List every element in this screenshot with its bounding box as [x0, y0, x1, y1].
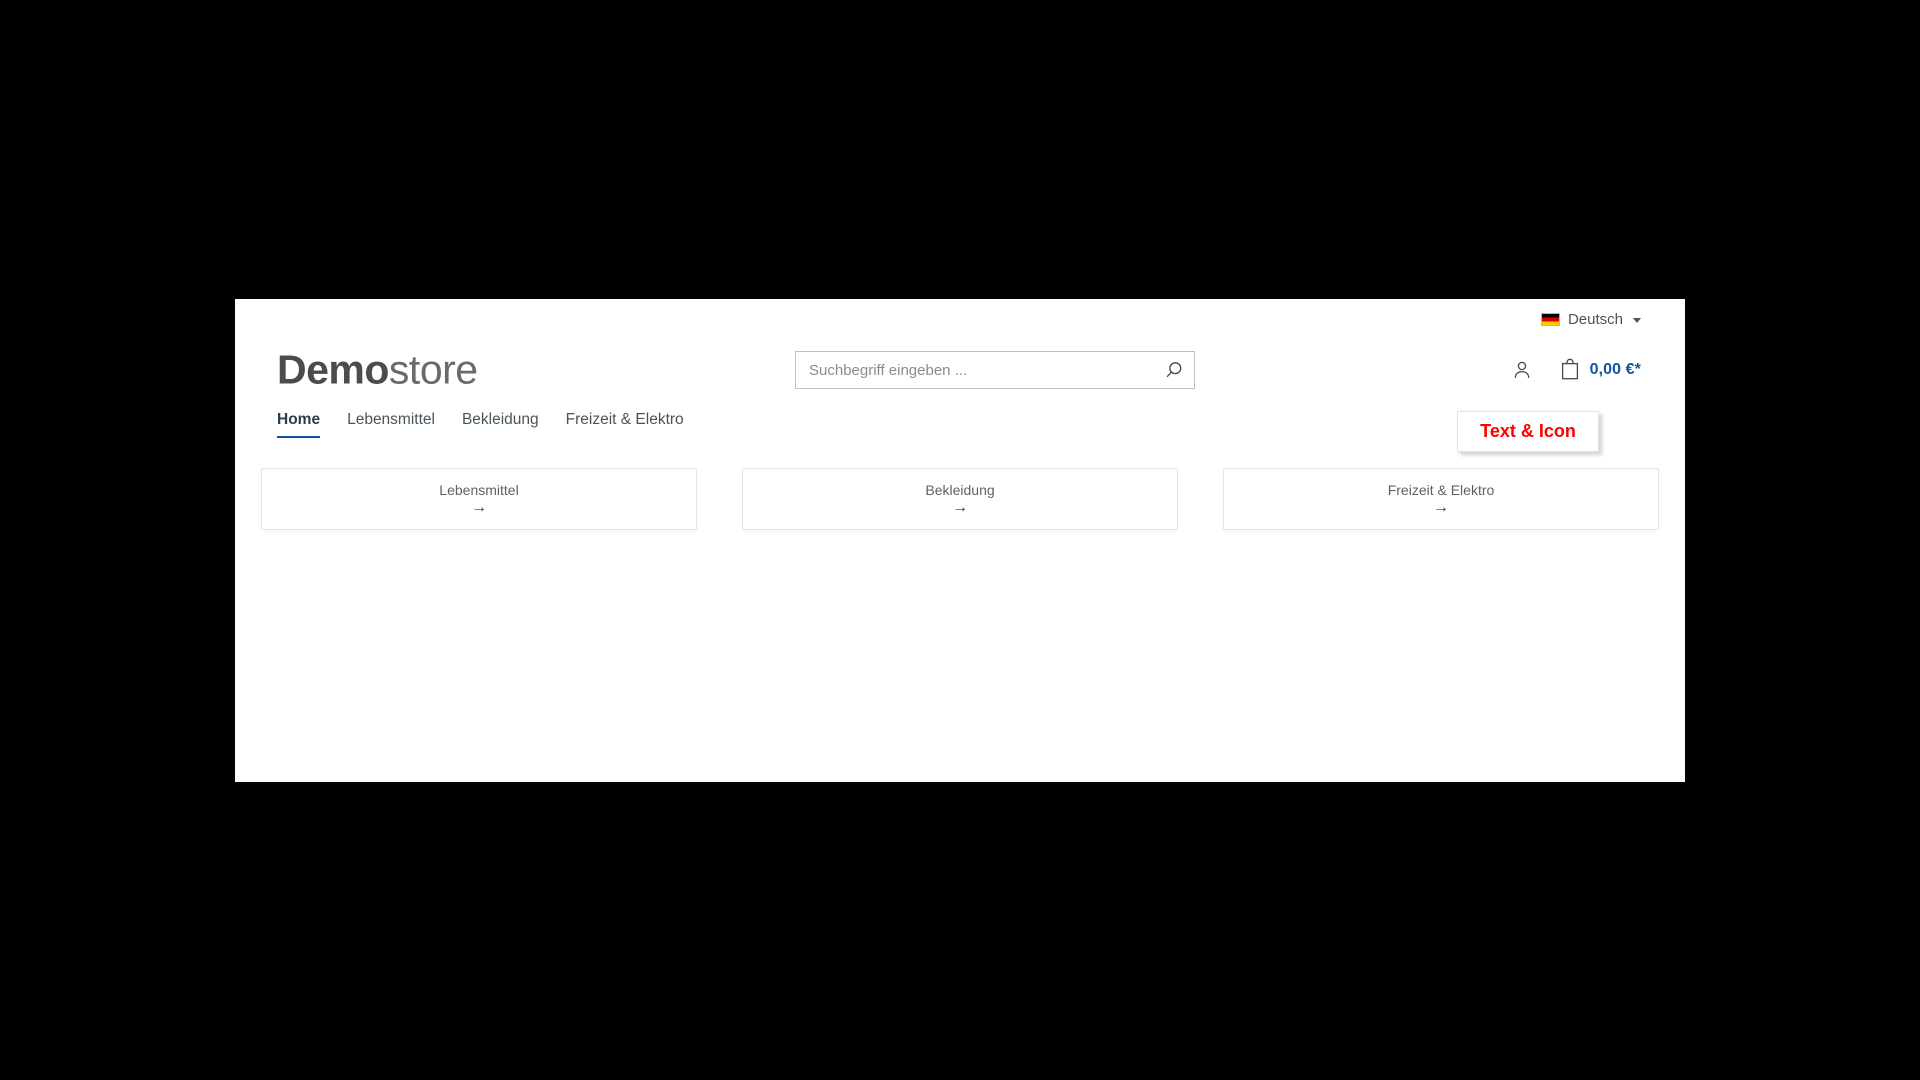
logo-text-strong: Demo: [277, 346, 389, 393]
search-form: [795, 351, 1195, 389]
top-bar: Deutsch: [235, 299, 1685, 339]
category-card-list: Lebensmittel → Bekleidung → Freizeit & E…: [261, 468, 1659, 530]
chevron-down-icon: [1633, 317, 1641, 323]
main-navigation: Home Lebensmittel Bekleidung Freizeit & …: [277, 411, 684, 438]
nav-item-home[interactable]: Home: [277, 411, 321, 438]
header-main: Demostore Suchbegriff eingeben ... 0,00 …: [235, 339, 1685, 401]
category-card-lebensmittel[interactable]: Lebensmittel →: [261, 468, 697, 530]
category-card-title: Lebensmittel: [439, 481, 519, 498]
nav-item-bekleidung[interactable]: Bekleidung: [462, 411, 539, 438]
flag-germany-icon: [1540, 312, 1560, 326]
category-card-title: Freizeit & Elektro: [1387, 481, 1495, 498]
arrow-right-icon: →: [952, 499, 968, 517]
category-card-bekleidung[interactable]: Bekleidung →: [742, 468, 1178, 530]
logo-text-light: store: [388, 346, 478, 393]
nav-item-freizeit-elektro[interactable]: Freizeit & Elektro: [566, 411, 684, 438]
header-actions: 0,00 €*: [1509, 356, 1643, 384]
cart-total-amount: 0,00 €*: [1589, 361, 1641, 378]
user-icon: [1514, 361, 1529, 379]
cart-button[interactable]: 0,00 €*: [1557, 356, 1643, 384]
storefront-page: Deutsch Demostore Suchbegriff eingeben .…: [235, 299, 1685, 782]
arrow-right-icon: →: [471, 499, 487, 517]
category-card-freizeit-elektro[interactable]: Freizeit & Elektro →: [1223, 468, 1659, 530]
site-logo[interactable]: Demostore: [277, 346, 478, 393]
search-area: [795, 351, 1195, 389]
language-label: Deutsch: [1567, 310, 1623, 328]
category-card-title: Bekleidung: [925, 481, 995, 498]
language-switcher[interactable]: Deutsch: [1539, 308, 1643, 331]
nav-item-lebensmittel[interactable]: Lebensmittel: [347, 411, 435, 438]
text-and-icon-button[interactable]: Text & Icon: [1457, 411, 1599, 452]
search-icon: [1166, 362, 1182, 378]
nav-row: Home Lebensmittel Bekleidung Freizeit & …: [235, 401, 1685, 457]
shopping-bag-icon: [1561, 358, 1578, 380]
account-button[interactable]: [1509, 357, 1535, 383]
search-submit-button[interactable]: [1154, 352, 1194, 388]
search-input[interactable]: [796, 352, 1194, 388]
arrow-right-icon: →: [1433, 499, 1449, 517]
